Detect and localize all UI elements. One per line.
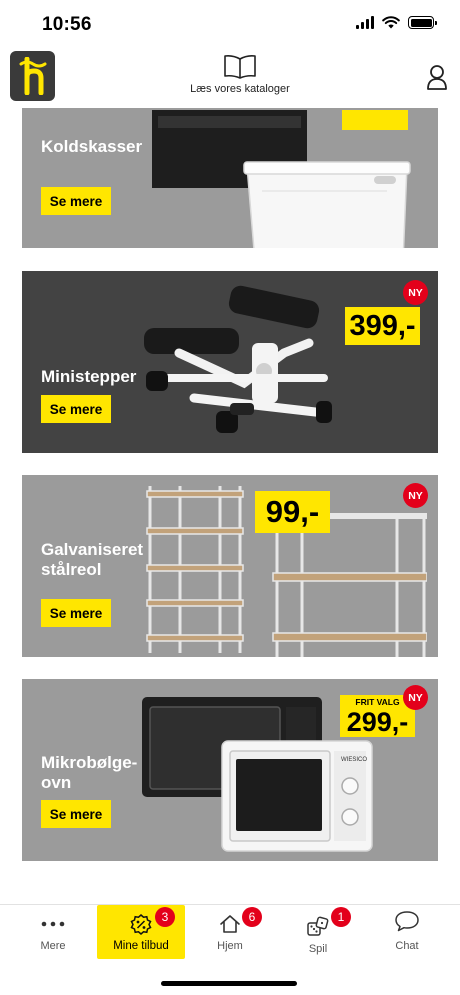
card-title-line: Galvaniseret (41, 540, 144, 559)
catalog-button[interactable]: Læs vores kataloger (170, 54, 310, 95)
chat-icon (395, 911, 419, 932)
offer-card-koldskasser[interactable]: Koldskasser Se mere (22, 108, 438, 248)
card-title: Ministepper (41, 367, 137, 386)
tab-mine-tilbud[interactable]: Mine tilbud 3 (97, 905, 185, 959)
card-title-line: stålreol (41, 560, 102, 579)
dots-icon (41, 921, 65, 927)
discount-icon (130, 914, 152, 935)
product-image-stepper (134, 283, 334, 448)
tab-label: Hjem (217, 940, 243, 952)
card-title: Mikrobølge- ovn (41, 753, 137, 793)
tab-label: Mine tilbud (113, 940, 169, 952)
wifi-icon (382, 16, 400, 29)
product-image-crates (152, 108, 422, 248)
tab-spil[interactable]: Spil 1 (274, 905, 362, 959)
status-icons (356, 16, 437, 29)
new-badge: NY (403, 483, 428, 508)
app-header: Læs vores kataloger (0, 50, 460, 108)
battery-icon (408, 16, 437, 29)
notification-badge: 1 (331, 907, 351, 927)
new-badge: NY (403, 685, 428, 710)
price-value: 299,- (346, 706, 409, 737)
see-more-button[interactable]: Se mere (41, 800, 111, 828)
new-badge: NY (403, 280, 428, 305)
cellular-signal-icon (356, 16, 374, 29)
book-icon (224, 55, 256, 79)
tab-label: Spil (308, 943, 328, 955)
card-title: Koldskasser (41, 137, 143, 156)
card-title-line: ovn (41, 773, 72, 792)
price-tag: 99,- (255, 491, 330, 533)
microwave-brand: WIESICO (341, 757, 367, 763)
see-more-button[interactable]: Se mere (41, 599, 111, 627)
status-bar: 10:56 (0, 0, 460, 50)
tab-hjem[interactable]: Hjem 6 (186, 905, 274, 959)
see-more-button[interactable]: Se mere (41, 187, 111, 215)
tab-mere[interactable]: Mere (9, 905, 97, 959)
card-title-line: Mikrobølge- (41, 753, 138, 772)
tab-label: Chat (395, 940, 419, 952)
dice-icon (307, 916, 329, 936)
tab-chat[interactable]: Chat (363, 905, 451, 959)
bottom-tab-bar: Mere Mine tilbud 3 Hjem 6 Spil 1 Chat (0, 904, 460, 995)
notification-badge: 3 (155, 907, 175, 927)
card-title: Galvaniseret stålreol (41, 540, 143, 580)
offer-card-shelving[interactable]: 99,- NY Galvaniseret stålreol Se mere (22, 475, 438, 657)
status-time: 10:56 (42, 14, 92, 35)
offer-card-microwave[interactable]: WIESICO FRIT VALG 299,- NY Mikrobølge- o… (22, 679, 438, 861)
person-icon[interactable] (426, 64, 448, 90)
h-logo-icon[interactable] (10, 51, 55, 101)
see-more-button[interactable]: Se mere (41, 395, 111, 423)
price-tag: 399,- (345, 307, 420, 345)
catalog-label: Læs vores kataloger (190, 83, 290, 95)
home-icon (220, 915, 240, 933)
home-indicator (161, 981, 297, 986)
notification-badge: 6 (242, 907, 262, 927)
offer-card-ministepper[interactable]: 399,- NY Ministepper Se mere (22, 271, 438, 453)
offers-feed[interactable]: Koldskasser Se mere 399,- NY Ministepper… (0, 108, 460, 904)
tab-label: Mere (40, 940, 66, 952)
